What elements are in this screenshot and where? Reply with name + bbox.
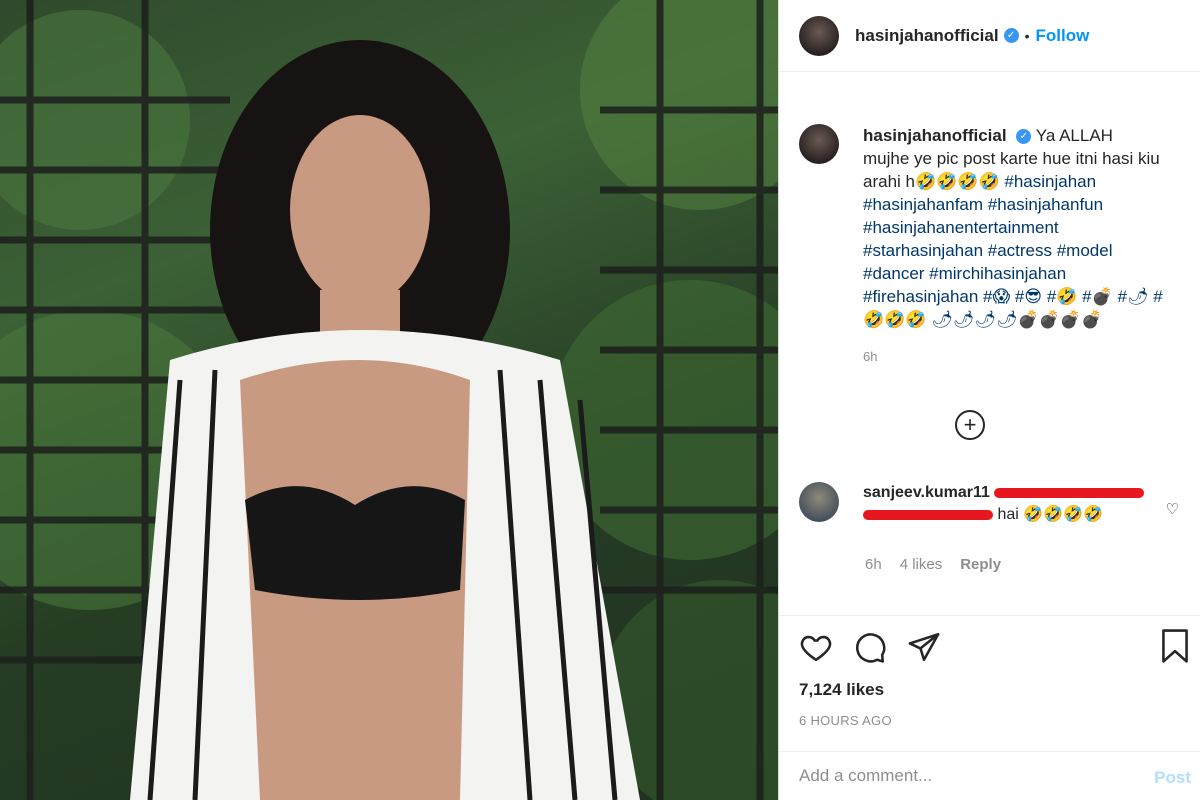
- likes-count[interactable]: 7,124 likes: [799, 680, 884, 700]
- comment-likes[interactable]: 4 likes: [900, 556, 943, 573]
- caption-block: hasinjahanofficial ✓ Ya ALLAH mujhe ye p…: [779, 72, 1200, 368]
- redaction-mark: [994, 487, 1145, 498]
- post-comment-button[interactable]: Post: [1154, 768, 1191, 788]
- follow-button[interactable]: Follow: [1036, 26, 1090, 46]
- comment-text: sanjeev.kumar11 hai 🤣🤣🤣🤣: [863, 482, 1145, 526]
- post-photo[interactable]: [0, 0, 778, 800]
- comment-item: sanjeev.kumar11 hai 🤣🤣🤣🤣 ♡: [799, 482, 1179, 526]
- post-photo-illustration: [0, 0, 778, 800]
- heart-icon[interactable]: [799, 630, 833, 664]
- caption-username[interactable]: hasinjahanofficial: [863, 126, 1007, 145]
- action-icons: [799, 630, 941, 664]
- load-more-comments-button[interactable]: +: [955, 410, 985, 440]
- author-avatar[interactable]: [799, 15, 839, 56]
- post-side-panel: hasinjahanofficial ✓ • Follow hasinjahan…: [778, 0, 1200, 800]
- post-actions: 7,124 likes 6 HOURS AGO Post: [779, 615, 1200, 800]
- comment-meta: 6h 4 likes Reply: [865, 556, 1001, 573]
- author-username[interactable]: hasinjahanofficial: [855, 26, 999, 46]
- commenter-avatar[interactable]: [799, 482, 839, 522]
- commenter-username[interactable]: sanjeev.kumar11: [863, 484, 990, 501]
- caption-verified-icon: ✓: [1016, 129, 1032, 145]
- comment-like-heart-icon[interactable]: ♡: [1166, 500, 1179, 518]
- comment-icon[interactable]: [853, 630, 887, 664]
- caption-hashtags[interactable]: #hasinjahan #hasinjahanfam #hasinjahanfu…: [863, 172, 1163, 329]
- comment-composer: Post: [779, 751, 1200, 800]
- instagram-post-view: hasinjahanofficial ✓ • Follow hasinjahan…: [0, 0, 1200, 800]
- comment-time: 6h: [865, 556, 882, 573]
- redaction-mark: [863, 509, 993, 520]
- share-icon[interactable]: [907, 630, 941, 664]
- caption-avatar[interactable]: [799, 124, 839, 164]
- comment-visible-text: hai 🤣🤣🤣🤣: [997, 506, 1103, 523]
- post-header: hasinjahanofficial ✓ • Follow: [779, 0, 1200, 72]
- save-bookmark-icon[interactable]: [1159, 628, 1191, 664]
- caption-text: hasinjahanofficial ✓ Ya ALLAH mujhe ye p…: [863, 124, 1163, 368]
- header-separator: •: [1024, 27, 1030, 44]
- post-timestamp: 6 HOURS AGO: [799, 713, 892, 728]
- verified-badge-icon: ✓: [1003, 28, 1019, 43]
- comment-reply-button[interactable]: Reply: [960, 556, 1001, 573]
- plus-circle-icon: +: [963, 412, 977, 437]
- caption-time: 6h: [863, 349, 878, 364]
- add-comment-input[interactable]: [799, 766, 1119, 786]
